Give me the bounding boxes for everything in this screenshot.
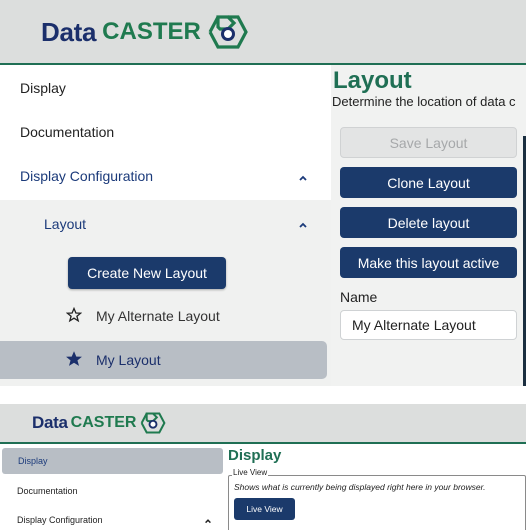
create-new-layout-button[interactable]: Create New Layout: [68, 257, 226, 289]
sidebar-item-display[interactable]: Display: [0, 65, 331, 110]
top-screenshot: Data CASTER Display Documentation Displa…: [0, 0, 526, 386]
star-outline-icon[interactable]: [66, 307, 82, 323]
main-panel: Layout Determine the location of data c …: [331, 65, 526, 386]
datacaster-logo[interactable]: Data CASTER: [32, 411, 167, 435]
sidebar-item-label: Documentation: [20, 124, 115, 140]
image-separator: [0, 386, 526, 404]
clone-layout-button[interactable]: Clone Layout: [340, 167, 517, 198]
chevron-up-icon: [299, 222, 307, 228]
logo-text-caster: CASTER: [70, 414, 137, 431]
app-header: Data CASTER: [0, 404, 526, 444]
sidebar-item-documentation[interactable]: Documentation: [0, 110, 331, 155]
star-filled-icon[interactable]: [66, 351, 82, 367]
delete-layout-button[interactable]: Delete layout: [340, 207, 517, 238]
sidebar-item-layout[interactable]: Layout: [0, 200, 331, 248]
layout-item-label: My Alternate Layout: [96, 308, 220, 324]
name-label: Name: [340, 289, 378, 305]
page-subtitle: Determine the location of data c: [332, 94, 516, 109]
layout-list-item-selected[interactable]: My Layout: [0, 341, 327, 379]
app-header: Data CASTER: [0, 0, 526, 65]
save-layout-button[interactable]: Save Layout: [340, 127, 517, 158]
bottom-screenshot: Data CASTER Display Documentation Displa…: [0, 404, 526, 530]
logo-text-caster: CASTER: [102, 18, 201, 45]
datacaster-logo[interactable]: Data CASTER: [41, 12, 250, 52]
layout-name-input[interactable]: [340, 310, 517, 340]
sidebar-item-label: Display Configuration: [20, 168, 154, 184]
chevron-up-icon: [299, 175, 307, 181]
chevron-up-icon: [205, 519, 211, 524]
layout-list-item[interactable]: My Alternate Layout: [0, 297, 327, 335]
sidebar-item-label: Layout: [44, 216, 87, 232]
sidebar-item-label: Documentation: [17, 486, 78, 496]
sidebar: Display Documentation Display Configurat…: [0, 444, 226, 530]
sidebar-item-label: Display: [18, 456, 48, 466]
logo-text-data: Data: [32, 413, 68, 432]
logo-mark-icon: [141, 412, 166, 434]
page-title: Layout: [333, 67, 412, 94]
live-view-button[interactable]: Live View: [234, 498, 295, 520]
make-layout-active-button[interactable]: Make this layout active: [340, 247, 517, 278]
fieldset-legend: Live View: [232, 468, 269, 477]
sidebar-item-label: Display: [20, 80, 66, 96]
layout-item-label: My Layout: [96, 352, 161, 368]
main-panel: Display Live View Shows what is currentl…: [226, 444, 526, 530]
logo-mark-icon: [208, 15, 248, 49]
sidebar: Display Documentation Display Configurat…: [0, 65, 331, 386]
fieldset-description: Shows what is currently being displayed …: [234, 482, 486, 492]
sidebar-item-documentation[interactable]: Documentation: [0, 484, 226, 504]
page-title: Display: [228, 447, 282, 464]
sidebar-item-display-configuration[interactable]: Display Configuration: [0, 513, 226, 530]
sidebar-item-display[interactable]: Display: [2, 448, 223, 474]
sidebar-item-label: Display Configuration: [17, 515, 103, 525]
sidebar-item-display-configuration[interactable]: Display Configuration: [0, 155, 331, 200]
logo-text-data: Data: [41, 16, 97, 47]
